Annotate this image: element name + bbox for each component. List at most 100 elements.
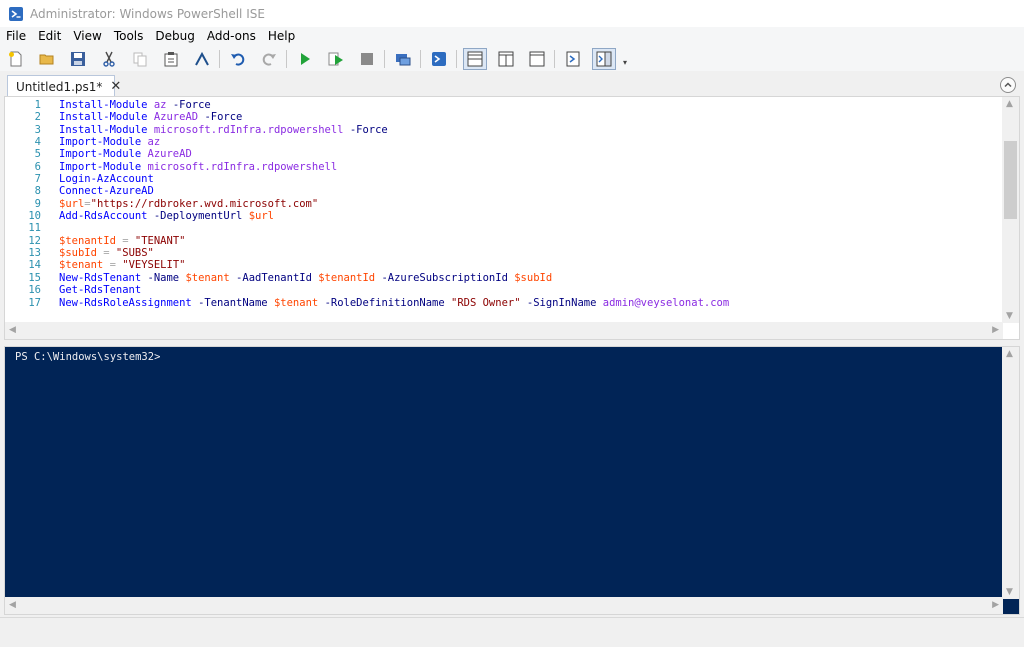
undo-icon bbox=[231, 53, 245, 66]
chevron-up-icon bbox=[1004, 82, 1012, 88]
undo-button[interactable] bbox=[226, 48, 250, 70]
code-token: -SignInName bbox=[526, 296, 597, 309]
cut-icon bbox=[103, 51, 115, 67]
scroll-down-icon[interactable]: ▼ bbox=[1006, 587, 1013, 597]
menu-bar: File Edit View Tools Debug Add-ons Help bbox=[0, 27, 1024, 46]
code-line[interactable]: Get-RdsTenant bbox=[59, 284, 729, 296]
show-script-top-button[interactable] bbox=[463, 47, 487, 70]
code-line[interactable]: $tenantId = "TENANT" bbox=[59, 235, 729, 247]
scroll-up-icon[interactable]: ▲ bbox=[1006, 349, 1013, 359]
code-token: -AadTenantId bbox=[236, 271, 312, 284]
code-token: "RDS Owner" bbox=[451, 296, 521, 309]
code-area[interactable]: Install-Module az -Force Install-Module A… bbox=[59, 99, 729, 309]
remote-tab-button[interactable] bbox=[391, 48, 415, 70]
copy-button[interactable] bbox=[128, 48, 152, 70]
line-number: 8 bbox=[34, 185, 41, 198]
menu-help[interactable]: Help bbox=[262, 27, 301, 46]
run-selection-button[interactable] bbox=[324, 48, 348, 70]
run-button[interactable] bbox=[293, 48, 317, 70]
menu-file[interactable]: File bbox=[0, 27, 32, 46]
code-line[interactable]: Import-Module az bbox=[59, 136, 729, 148]
line-number: 5 bbox=[34, 148, 41, 161]
show-addon-button[interactable] bbox=[561, 48, 585, 70]
code-line[interactable]: Connect-AzureAD bbox=[59, 185, 729, 197]
cut-button[interactable] bbox=[97, 48, 121, 70]
copy-icon bbox=[133, 52, 147, 66]
paste-button[interactable] bbox=[159, 48, 183, 70]
toolbar-separator bbox=[456, 49, 457, 68]
tab-untitled1[interactable]: Untitled1.ps1* ✕ bbox=[7, 75, 121, 97]
scroll-down-icon[interactable]: ▼ bbox=[1006, 311, 1013, 321]
editor-scroll-thumb[interactable] bbox=[1004, 141, 1017, 219]
show-script-max-button[interactable] bbox=[525, 48, 549, 70]
scroll-up-icon[interactable]: ▲ bbox=[1006, 99, 1013, 109]
collapse-script-pane-button[interactable] bbox=[1000, 77, 1016, 93]
code-line[interactable]: Install-Module microsoft.rdInfra.rdpower… bbox=[59, 124, 729, 136]
code-token: -Force bbox=[349, 123, 388, 136]
code-line[interactable]: New-RdsTenant -Name $tenant -AadTenantId… bbox=[59, 272, 729, 284]
menu-addons[interactable]: Add-ons bbox=[201, 27, 262, 46]
scroll-right-icon[interactable]: ▶ bbox=[992, 325, 999, 335]
editor-vertical-scrollbar[interactable]: ▲ ▼ bbox=[1002, 97, 1019, 323]
code-token: -TenantName bbox=[198, 296, 268, 309]
tab-close-icon[interactable]: ✕ bbox=[110, 79, 121, 94]
show-commands-button[interactable] bbox=[592, 47, 616, 70]
code-token: $url bbox=[59, 197, 85, 210]
powershell-app-icon bbox=[9, 6, 23, 21]
toolbar-separator bbox=[554, 49, 555, 68]
save-button[interactable] bbox=[66, 48, 90, 70]
scroll-left-icon[interactable]: ◀ bbox=[9, 325, 16, 335]
toolbar-overflow-icon[interactable]: ▾ bbox=[623, 58, 627, 67]
status-bar bbox=[0, 617, 1024, 647]
code-line[interactable]: Install-Module az -Force bbox=[59, 99, 729, 111]
code-token: -Name bbox=[147, 271, 180, 284]
code-line[interactable]: New-RdsRoleAssignment -TenantName $tenan… bbox=[59, 297, 729, 309]
code-token: $tenant bbox=[273, 296, 319, 309]
code-line[interactable]: $subId = "SUBS" bbox=[59, 247, 729, 259]
code-line[interactable]: $url="https://rdbroker.wvd.microsoft.com… bbox=[59, 198, 729, 210]
menu-edit[interactable]: Edit bbox=[32, 27, 67, 46]
menu-tools[interactable]: Tools bbox=[108, 27, 150, 46]
code-token: $tenant bbox=[59, 259, 104, 272]
save-icon bbox=[71, 51, 85, 66]
new-button[interactable] bbox=[4, 48, 28, 70]
code-token: $url bbox=[248, 210, 274, 223]
scroll-left-icon[interactable]: ◀ bbox=[9, 600, 16, 610]
code-line[interactable]: $tenant = "VEYSELIT" bbox=[59, 259, 729, 271]
toolbar-separator bbox=[420, 49, 421, 68]
open-button[interactable] bbox=[35, 48, 59, 70]
code-token: -DeploymentUrl bbox=[153, 210, 243, 223]
code-line[interactable]: Install-Module AzureAD -Force bbox=[59, 111, 729, 123]
script-editor[interactable]: 1 2 3 4 5 6 7 8 9 10 11 12 13 14 15 16 17 Install-Module… bbox=[4, 96, 1020, 340]
line-number: 7 bbox=[34, 173, 41, 186]
start-powershell-button[interactable] bbox=[427, 48, 451, 70]
line-number: 4 bbox=[34, 136, 41, 149]
code-line[interactable]: Login-AzAccount bbox=[59, 173, 729, 185]
console-horizontal-scrollbar[interactable]: ◀ ▶ bbox=[5, 597, 1003, 614]
code-line[interactable]: Add-RdsAccount -DeploymentUrl $url bbox=[59, 210, 729, 222]
code-token: Install-Module bbox=[59, 111, 148, 124]
code-token: Get-RdsTenant bbox=[59, 284, 142, 297]
menu-debug[interactable]: Debug bbox=[149, 27, 200, 46]
code-line[interactable]: Import-Module microsoft.rdInfra.rdpowers… bbox=[59, 161, 729, 173]
clear-button[interactable] bbox=[190, 48, 214, 70]
clear-icon bbox=[195, 51, 209, 65]
run-icon bbox=[301, 52, 310, 65]
line-number: 13 bbox=[28, 247, 41, 260]
toolbar-separator bbox=[219, 49, 220, 68]
console-vertical-scrollbar[interactable]: ▲ ▼ bbox=[1002, 347, 1019, 599]
console-pane[interactable]: PS C:\Windows\system32> ▲ ▼ ◀ ▶ bbox=[4, 346, 1020, 615]
open-icon bbox=[39, 54, 54, 64]
redo-button[interactable] bbox=[257, 48, 281, 70]
scroll-right-icon[interactable]: ▶ bbox=[992, 600, 999, 610]
code-token: $tenantId bbox=[59, 234, 116, 247]
show-addon-icon bbox=[566, 51, 580, 66]
show-script-right-button[interactable] bbox=[494, 48, 518, 70]
code-line[interactable]: Import-Module AzureAD bbox=[59, 148, 729, 160]
code-line[interactable] bbox=[59, 222, 729, 234]
stop-button[interactable] bbox=[355, 48, 379, 70]
editor-horizontal-scrollbar[interactable]: ◀ ▶ bbox=[5, 322, 1003, 339]
line-number: 6 bbox=[34, 160, 41, 173]
menu-view[interactable]: View bbox=[67, 27, 107, 46]
powershell-icon bbox=[432, 51, 446, 66]
